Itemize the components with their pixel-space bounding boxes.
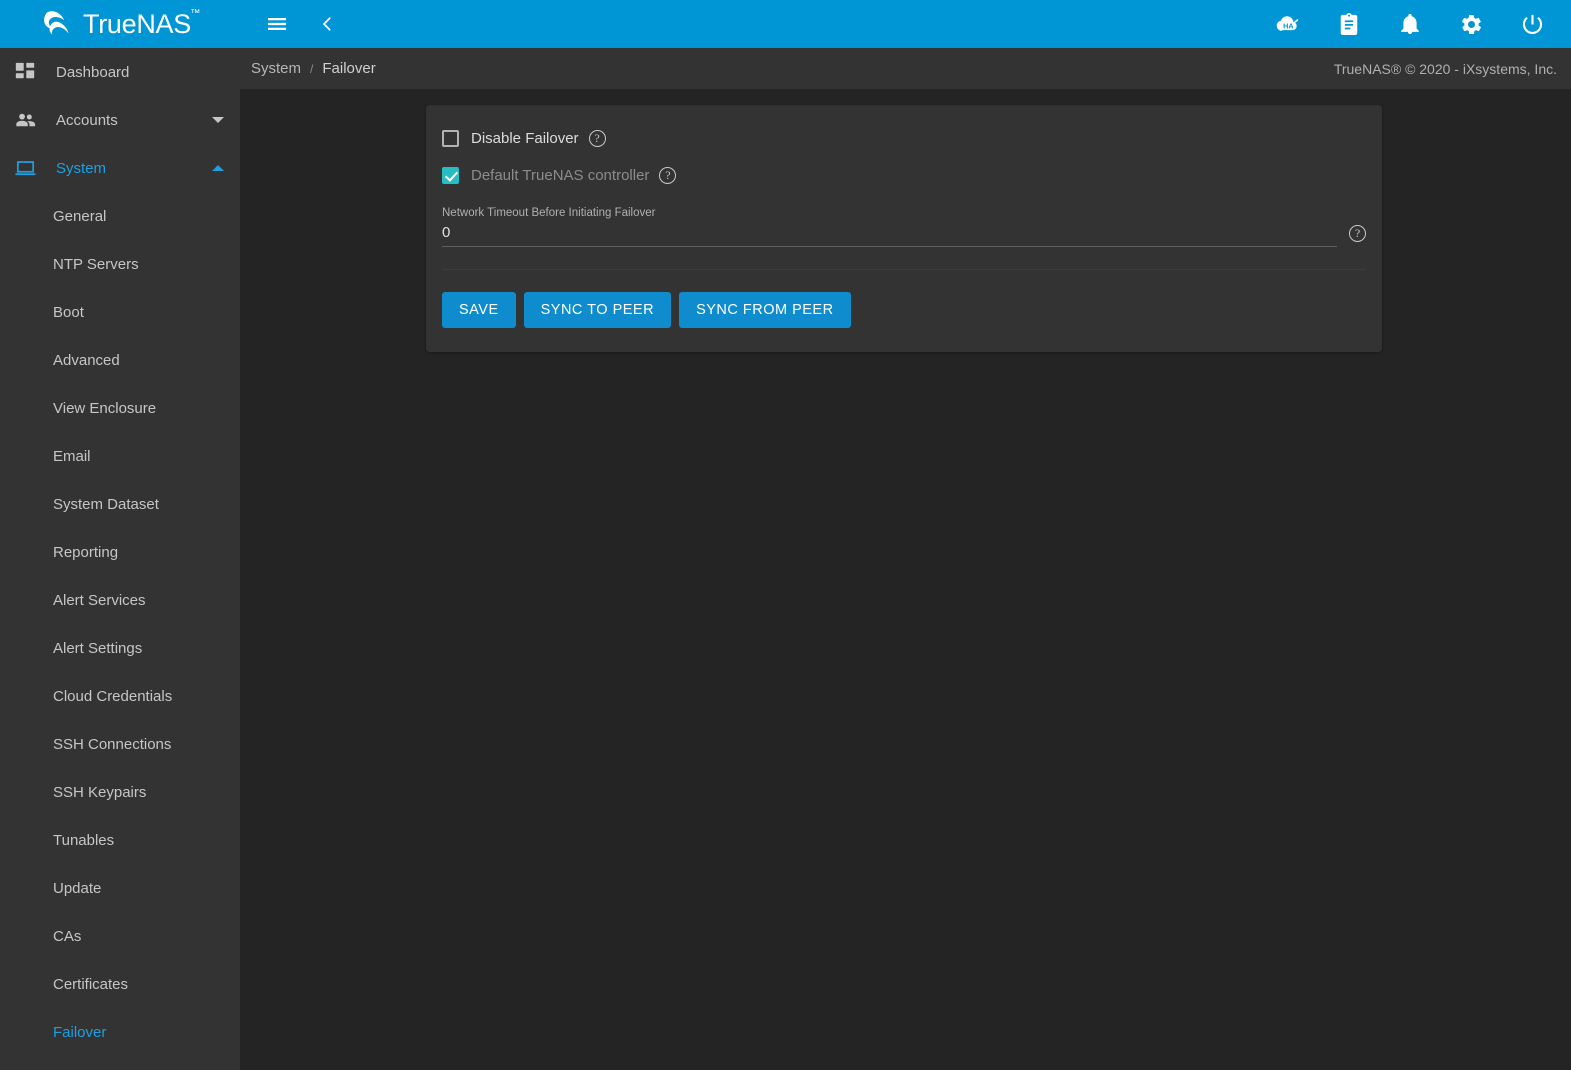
- people-icon: [14, 108, 42, 132]
- sidebar-item-failover[interactable]: Failover: [0, 1008, 240, 1056]
- sidebar-item-system[interactable]: System: [0, 144, 240, 192]
- sidebar-sub-label: Failover: [53, 1023, 107, 1041]
- sidebar-sub-label: Update: [53, 879, 102, 897]
- sidebar-item-cloud-credentials[interactable]: Cloud Credentials: [0, 672, 240, 720]
- default-controller-label: Default TrueNAS controller: [471, 166, 650, 184]
- sidebar-item-label: Dashboard: [56, 63, 130, 81]
- gear-settings-icon[interactable]: [1454, 7, 1488, 41]
- sidebar-sub-label: Alert Settings: [53, 639, 143, 657]
- sidebar-item-system-dataset[interactable]: System Dataset: [0, 480, 240, 528]
- help-circle-icon[interactable]: ?: [588, 129, 606, 147]
- sidebar-item-email[interactable]: Email: [0, 432, 240, 480]
- sidebar-sub-label: Alert Services: [53, 591, 146, 609]
- chevron-down-icon[interactable]: [212, 117, 224, 123]
- sidebar-item-ssh-connections[interactable]: SSH Connections: [0, 720, 240, 768]
- sidebar-sub-label: Tunables: [53, 831, 115, 849]
- power-icon[interactable]: [1515, 7, 1549, 41]
- sidebar-item-reporting[interactable]: Reporting: [0, 528, 240, 576]
- sidebar-sub-label: System Dataset: [53, 495, 159, 513]
- sidebar-item-boot[interactable]: Boot: [0, 288, 240, 336]
- svg-text:HA: HA: [1283, 22, 1294, 31]
- main-content: Disable Failover ? Default TrueNAS contr…: [240, 89, 1571, 1070]
- sidebar-sub-label: General: [53, 207, 107, 225]
- sidebar-item-cas[interactable]: CAs: [0, 912, 240, 960]
- disable-failover-row: Disable Failover ?: [442, 123, 1366, 153]
- sidebar-sub-label: Reporting: [53, 543, 119, 561]
- sidebar-item-advanced[interactable]: Advanced: [0, 336, 240, 384]
- sidebar-item-ntp-servers[interactable]: NTP Servers: [0, 240, 240, 288]
- default-controller-row: Default TrueNAS controller ?: [442, 160, 1366, 190]
- chevron-up-icon[interactable]: [212, 165, 224, 171]
- sidebar-item-certificates[interactable]: Certificates: [0, 960, 240, 1008]
- failover-settings-card: Disable Failover ? Default TrueNAS contr…: [426, 105, 1382, 352]
- sidebar-sub-label: Email: [53, 447, 91, 465]
- sidebar-sub-label: View Enclosure: [53, 399, 157, 417]
- sidebar-item-label: System: [56, 159, 107, 177]
- help-circle-icon[interactable]: ?: [1349, 225, 1366, 242]
- sync-from-peer-button[interactable]: SYNC FROM PEER: [679, 292, 851, 328]
- save-button[interactable]: SAVE: [442, 292, 516, 328]
- network-timeout-row: Network Timeout Before Initiating Failov…: [442, 206, 1366, 247]
- sidebar-sub-label: Advanced: [53, 351, 120, 369]
- sidebar-navigation: Dashboard Accounts System General NTP Se…: [0, 48, 240, 1070]
- breadcrumb: System / Failover: [251, 60, 376, 77]
- disable-failover-checkbox[interactable]: [442, 129, 459, 147]
- network-timeout-field: Network Timeout Before Initiating Failov…: [442, 206, 1337, 247]
- sidebar-item-ssh-keypairs[interactable]: SSH Keypairs: [0, 768, 240, 816]
- network-timeout-label: Network Timeout Before Initiating Failov…: [442, 207, 656, 219]
- sidebar-sub-label: CAs: [53, 927, 82, 945]
- chevron-left-icon[interactable]: [311, 7, 345, 41]
- sidebar-item-general[interactable]: General: [0, 192, 240, 240]
- sidebar-item-dashboard[interactable]: Dashboard: [0, 48, 240, 96]
- disable-failover-label: Disable Failover: [471, 129, 579, 147]
- sidebar-sub-label: NTP Servers: [53, 255, 139, 273]
- sidebar-sub-label: Boot: [53, 303, 84, 321]
- sidebar-item-label: Accounts: [56, 111, 118, 129]
- default-controller-checkbox[interactable]: [442, 166, 459, 184]
- truenas-wave-logo-icon: [40, 7, 74, 41]
- copyright-text: TrueNAS® © 2020 - iXsystems, Inc.: [1333, 60, 1557, 77]
- sidebar-item-accounts[interactable]: Accounts: [0, 96, 240, 144]
- sidebar-sub-label: Certificates: [53, 975, 129, 993]
- brand-logo-area[interactable]: TrueNAS: [0, 0, 240, 48]
- breadcrumb-bar: System / Failover TrueNAS® © 2020 - iXsy…: [240, 48, 1571, 89]
- breadcrumb-separator: /: [310, 61, 314, 76]
- sidebar-item-alert-services[interactable]: Alert Services: [0, 576, 240, 624]
- brand-name: TrueNAS: [83, 9, 200, 38]
- sidebar-sub-label: SSH Keypairs: [53, 783, 147, 801]
- sidebar-item-alert-settings[interactable]: Alert Settings: [0, 624, 240, 672]
- failover-form: Disable Failover ? Default TrueNAS contr…: [426, 105, 1382, 270]
- failover-actions: SAVE SYNC TO PEER SYNC FROM PEER: [426, 270, 1382, 352]
- sync-to-peer-button[interactable]: SYNC TO PEER: [523, 292, 672, 328]
- bell-alerts-icon[interactable]: [1393, 7, 1427, 41]
- breadcrumb-parent[interactable]: System: [251, 60, 301, 77]
- sidebar-sub-label: SSH Connections: [53, 735, 172, 753]
- sidebar-item-tunables[interactable]: Tunables: [0, 816, 240, 864]
- dashboard-grid-icon: [14, 60, 42, 84]
- laptop-icon: [14, 156, 42, 180]
- top-bar: TrueNAS HA: [0, 0, 1571, 48]
- network-timeout-input[interactable]: [442, 224, 1337, 247]
- help-circle-icon[interactable]: ?: [659, 166, 677, 184]
- ha-status-icon[interactable]: HA: [1271, 7, 1305, 41]
- sidebar-item-view-enclosure[interactable]: View Enclosure: [0, 384, 240, 432]
- top-bar-main: HA: [240, 0, 1571, 48]
- hamburger-menu-icon[interactable]: [260, 7, 294, 41]
- sidebar-item-update[interactable]: Update: [0, 864, 240, 912]
- clipboard-tasks-icon[interactable]: [1332, 7, 1366, 41]
- sidebar-sub-label: Cloud Credentials: [53, 687, 173, 705]
- breadcrumb-current: Failover: [322, 60, 376, 77]
